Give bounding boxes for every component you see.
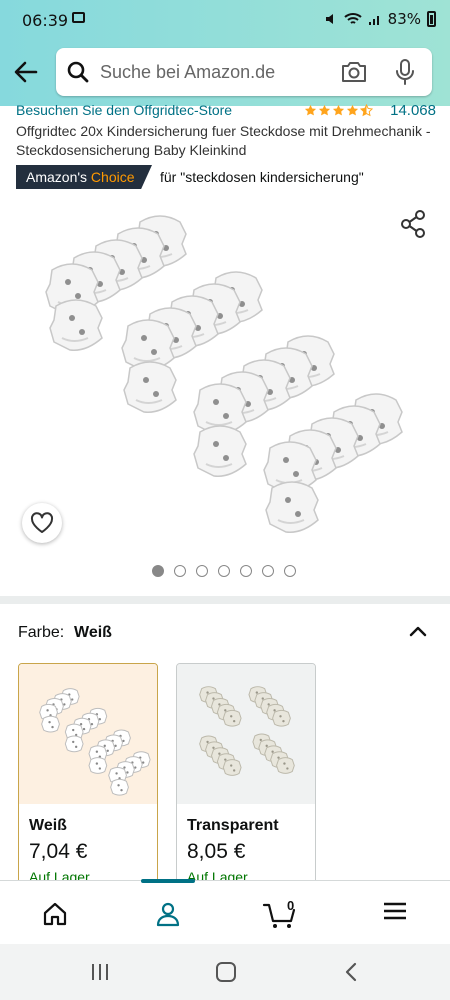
nav-menu[interactable] <box>355 881 435 945</box>
home-icon <box>43 902 67 926</box>
bottom-navigation: 0 <box>0 879 450 945</box>
chevron-up-icon[interactable] <box>408 624 428 638</box>
status-indicators: 83% <box>324 10 436 28</box>
variant-name: Transparent <box>187 817 279 834</box>
star-icon <box>332 104 345 116</box>
status-time: 06:39 <box>22 11 69 30</box>
signal-icon <box>368 16 379 25</box>
carousel-dot-1[interactable] <box>152 565 164 577</box>
home-button-icon[interactable] <box>214 961 238 983</box>
socket-cover-group-4 <box>263 393 403 534</box>
camera-icon[interactable] <box>340 60 368 84</box>
status-bar: 06:39 83% <box>0 0 450 40</box>
wifi-icon <box>343 13 362 24</box>
carousel-dot-5[interactable] <box>240 565 252 577</box>
search-bar[interactable] <box>56 48 432 96</box>
carousel-dot-7[interactable] <box>284 565 296 577</box>
store-rating-row: Besuchen Sie den Offgridtec-Store 14.068 <box>16 102 436 122</box>
battery-percentage: 83% <box>387 10 421 28</box>
mic-icon[interactable] <box>394 58 416 86</box>
product-image[interactable] <box>40 200 410 550</box>
carousel-dot-6[interactable] <box>262 565 274 577</box>
star-icon <box>304 104 317 116</box>
half-star-icon <box>360 104 373 117</box>
badge-keyword: für "steckdosen kindersicherung" <box>160 169 364 185</box>
variant-thumbnail <box>177 664 315 804</box>
variant-thumbnail <box>19 664 157 804</box>
account-icon <box>156 902 180 927</box>
system-navigation-bar <box>0 944 450 1000</box>
color-selector-header[interactable]: Farbe: Weiß <box>18 624 432 646</box>
rating-stars[interactable] <box>304 104 373 117</box>
back-nav-icon[interactable] <box>340 961 364 983</box>
variant-option-weiss[interactable]: Weiß 7,04 € Auf Lager <box>18 663 158 900</box>
color-label: Farbe: <box>18 624 65 641</box>
variant-name: Weiß <box>29 817 67 834</box>
carousel-dot-2[interactable] <box>174 565 186 577</box>
nav-account[interactable] <box>128 881 208 945</box>
search-input[interactable] <box>100 48 330 96</box>
wishlist-button[interactable] <box>22 503 62 543</box>
star-icon <box>318 104 331 116</box>
battery-icon <box>427 11 436 27</box>
carousel-dot-3[interactable] <box>196 565 208 577</box>
badge-accent: Choice <box>90 169 135 185</box>
search-icon <box>67 61 89 83</box>
heart-icon <box>30 512 54 533</box>
image-carousel-dots <box>152 565 296 577</box>
star-icon <box>346 104 359 116</box>
mute-icon <box>325 14 333 24</box>
nav-home[interactable] <box>15 881 95 945</box>
cart-count: 0 <box>287 898 295 913</box>
section-divider <box>0 596 450 604</box>
menu-icon <box>384 902 406 920</box>
gallery-notification-icon <box>72 12 85 23</box>
rating-count[interactable]: 14.068 <box>390 102 436 119</box>
share-icon[interactable] <box>398 209 428 239</box>
app-header: 06:39 83% <box>0 0 450 106</box>
variant-price: 8,05 € <box>187 840 246 863</box>
back-arrow-icon[interactable] <box>12 58 40 86</box>
store-link[interactable]: Besuchen Sie den Offgridtec-Store <box>16 102 232 118</box>
variant-price: 7,04 € <box>29 840 88 863</box>
variant-option-transparent[interactable]: Transparent 8,05 € Auf Lager <box>176 663 316 900</box>
carousel-dot-4[interactable] <box>218 565 230 577</box>
color-selected-value: Weiß <box>74 624 112 641</box>
nav-cart[interactable]: 0 <box>240 881 320 945</box>
product-title: Offgridtec 20x Kindersicherung fuer Stec… <box>16 123 431 158</box>
recent-apps-icon[interactable] <box>88 961 112 983</box>
amazons-choice-badge: Amazon's Choice <box>16 165 152 189</box>
badge-prefix: Amazon's <box>26 169 88 185</box>
